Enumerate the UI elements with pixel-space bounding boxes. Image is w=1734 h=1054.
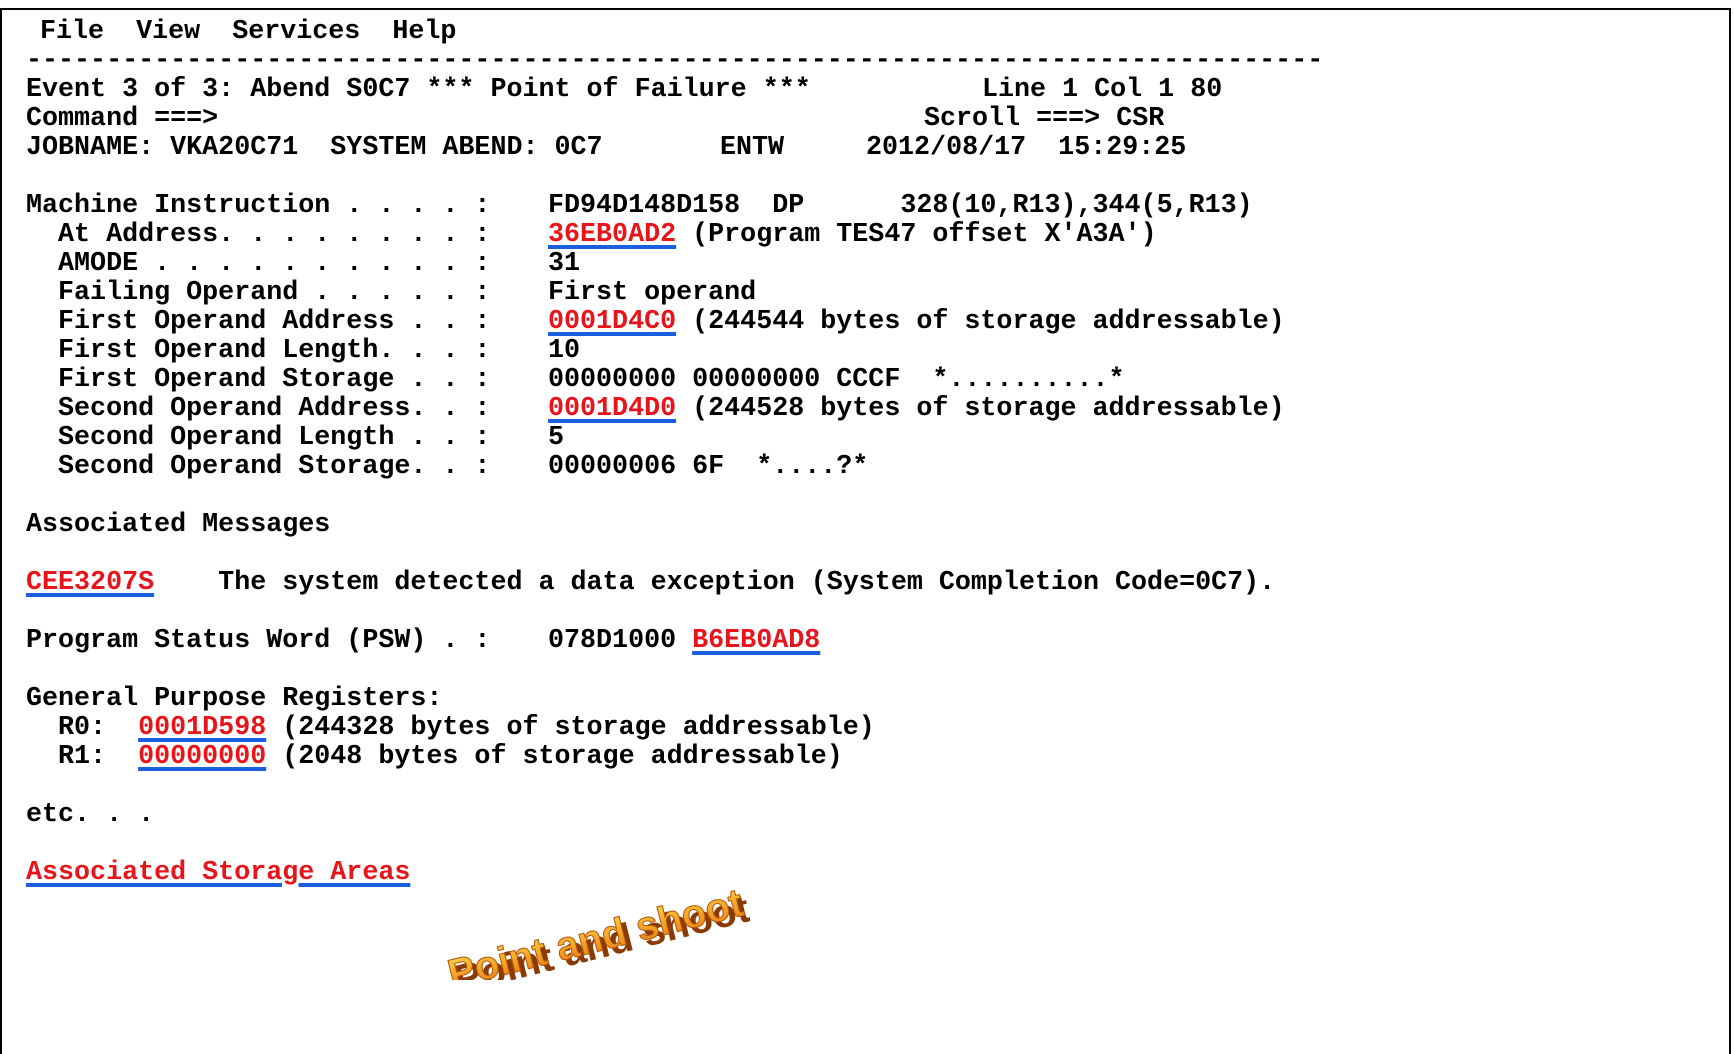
separator-line: ----------------------------------------…	[26, 46, 1324, 76]
first-operand-address-row: 0001D4C0 (244544 bytes of storage addres…	[548, 306, 1285, 338]
scroll-label: Scroll ===>	[924, 104, 1101, 134]
point-and-shoot-callout: Point and shoot Point and shoot	[443, 880, 750, 980]
first-operand-length-value: 10	[548, 336, 581, 366]
scroll-input[interactable]: CSR	[1116, 104, 1164, 134]
message-code-link[interactable]: CEE3207S	[26, 568, 154, 598]
command-line: Command ===>	[26, 103, 234, 135]
scroll-field: Scroll ===> CSR	[924, 103, 1164, 135]
second-operand-address-link[interactable]: 0001D4D0	[548, 394, 676, 424]
psw-row: 078D1000 B6EB0AD8	[548, 625, 820, 657]
menu-bar: File View Services Help	[40, 16, 456, 48]
failing-operand-value: First operand	[548, 278, 757, 308]
first-operand-storage-label: First Operand Storage . . :	[26, 365, 491, 395]
menu-help[interactable]: Help	[392, 17, 456, 47]
entw-label: ENTW	[720, 133, 785, 163]
register-detail: (244328 bytes of storage addressable)	[266, 713, 875, 743]
menu-file[interactable]: File	[40, 17, 104, 47]
second-operand-storage-label: Second Operand Storage. . :	[26, 452, 491, 482]
associated-messages-heading: Associated Messages	[26, 510, 331, 540]
command-label: Command ===>	[26, 104, 219, 134]
storage-areas-row: Associated Storage Areas	[26, 857, 410, 889]
jobname-line: JOBNAME: VKA20C71 SYSTEM ABEND: 0C7	[26, 133, 603, 163]
first-operand-address-label: First Operand Address . . :	[26, 307, 491, 337]
first-operand-address-detail: (244544 bytes of storage addressable)	[676, 307, 1285, 337]
second-operand-storage-value: 00000006 6F *....?*	[548, 452, 869, 482]
psw-value: 078D1000	[548, 626, 693, 656]
menu-view[interactable]: View	[136, 17, 200, 47]
register-row: R0: 0001D598 (244328 bytes of storage ad…	[26, 712, 875, 744]
amode-value: 31	[548, 249, 581, 279]
second-operand-address-detail: (244528 bytes of storage addressable)	[676, 394, 1285, 424]
register-detail: (2048 bytes of storage addressable)	[266, 742, 843, 772]
second-operand-length-value: 5	[548, 423, 565, 453]
failing-operand-label: Failing Operand . . . . . :	[26, 278, 491, 308]
first-operand-length-label: First Operand Length. . . :	[26, 336, 491, 366]
line-col-indicator: Line 1 Col 1 80	[982, 75, 1223, 105]
register-row: R1: 00000000 (2048 bytes of storage addr…	[26, 741, 843, 773]
registers-heading: General Purpose Registers:	[26, 684, 443, 714]
psw-address-link[interactable]: B6EB0AD8	[692, 626, 820, 656]
message-text: The system detected a data exception (Sy…	[154, 568, 1276, 598]
register-label: R1:	[26, 742, 139, 772]
at-address-label: At Address. . . . . . . . :	[26, 220, 491, 250]
register-r0-link[interactable]: 0001D598	[138, 713, 266, 743]
message-row: CEE3207S The system detected a data exce…	[26, 567, 1275, 599]
amode-label: AMODE . . . . . . . . . . :	[26, 249, 491, 279]
menu-services[interactable]: Services	[232, 17, 360, 47]
second-operand-address-label: Second Operand Address. . :	[26, 394, 491, 424]
register-r1-link[interactable]: 00000000	[138, 742, 266, 772]
etc-text: etc. . .	[26, 800, 155, 830]
at-address-row: 36EB0AD2 (Program TES47 offset X'A3A')	[548, 219, 1157, 251]
first-operand-storage-value: 00000000 00000000 CCCF *..........*	[548, 365, 1125, 395]
at-address-detail: (Program TES47 offset X'A3A')	[676, 220, 1157, 250]
associated-storage-areas-link[interactable]: Associated Storage Areas	[26, 858, 410, 888]
first-operand-address-link[interactable]: 0001D4C0	[548, 307, 676, 337]
second-operand-address-row: 0001D4D0 (244528 bytes of storage addres…	[548, 393, 1285, 425]
second-operand-length-label: Second Operand Length . . :	[26, 423, 491, 453]
register-label: R0:	[26, 713, 139, 743]
at-address-link[interactable]: 36EB0AD2	[548, 220, 676, 250]
psw-label: Program Status Word (PSW) . :	[26, 626, 491, 656]
machine-instruction-label: Machine Instruction . . . . :	[26, 191, 491, 221]
machine-instruction-value: FD94D148D158 DP 328(10,R13),344(5,R13)	[548, 191, 1253, 221]
abend-datetime: 2012/08/17 15:29:25	[866, 133, 1187, 163]
event-title: Event 3 of 3: Abend S0C7 *** Point of Fa…	[26, 75, 811, 105]
